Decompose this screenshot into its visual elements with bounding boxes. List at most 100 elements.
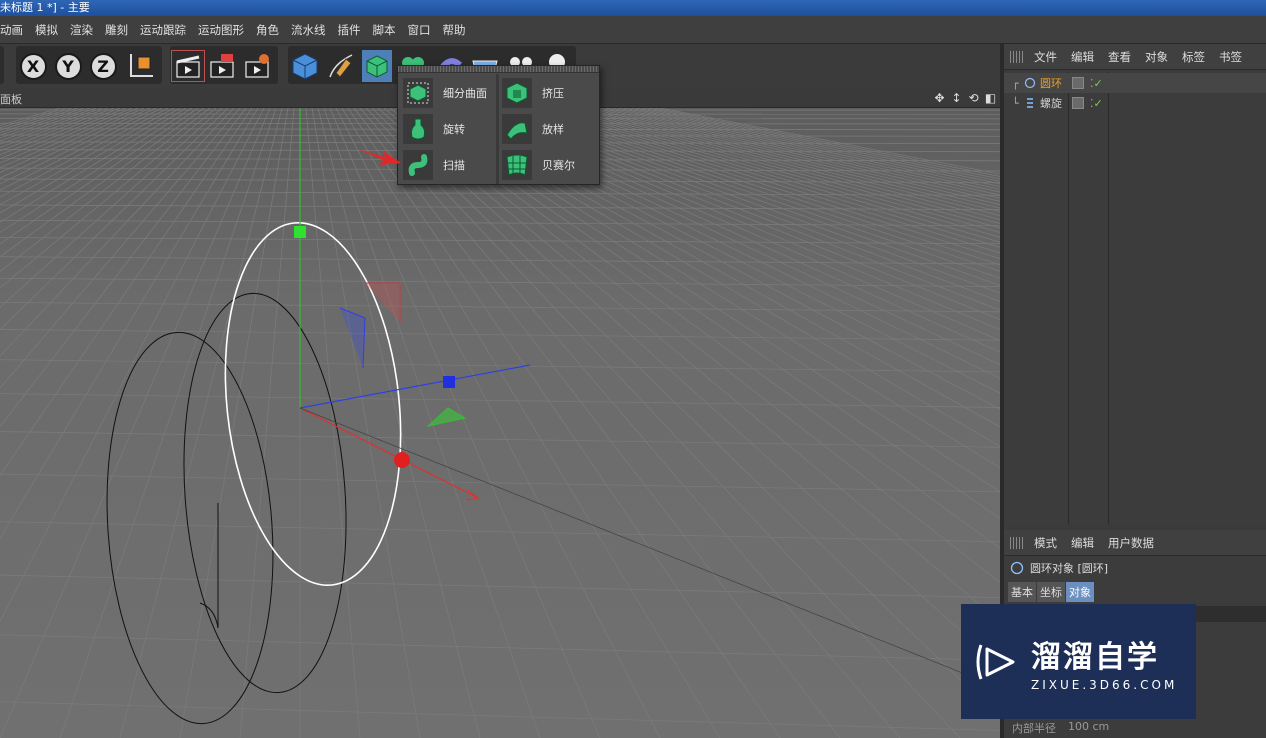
object-row-circle[interactable]: ┌ 圆环 ⁚✓ [1004,73,1266,93]
menu-character[interactable]: 角色 [250,22,285,38]
grid-line [0,256,1000,265]
om-menu-file[interactable]: 文件 [1034,49,1057,65]
menu-render[interactable]: 渲染 [64,22,99,38]
yz-plane-handle[interactable] [339,307,366,369]
tab-basic[interactable]: 基本 [1008,582,1036,602]
subdivision-surface-icon [366,55,388,78]
menu-item-loft[interactable]: 放样 [502,112,564,146]
menu-mograph[interactable]: 运动图形 [192,22,250,38]
popup-grip[interactable] [398,66,599,73]
coordinate-system-button[interactable] [126,50,156,82]
circle-spline-icon [1010,561,1024,575]
axis-lock-group: X Y Z [16,46,162,84]
menu-item-label: 细分曲面 [443,87,487,100]
maximize-view-icon[interactable]: ◧ [983,90,998,105]
grid-line [0,108,109,148]
menu-item-extrude[interactable]: 挤压 [502,76,564,110]
window-title: 未标题 1 *] - 主要 [0,1,90,14]
menu-item-subdivision-surface[interactable]: 细分曲面 [403,76,487,110]
render-picture-viewer-button[interactable] [207,50,237,82]
am-menu-user-data[interactable]: 用户数据 [1108,535,1154,551]
horizon-ref-line [299,407,1000,689]
clapper-icon [176,55,200,78]
menu-help[interactable]: 帮助 [437,22,472,38]
grid-line [0,108,265,623]
grid-line [0,108,157,185]
tab-coord[interactable]: 坐标 [1037,582,1065,602]
x-axis-lock-button[interactable]: X [18,50,48,82]
om-menu-view[interactable]: 查看 [1108,49,1131,65]
panel-grip-icon[interactable] [1010,536,1024,549]
tab-object[interactable]: 对象 [1066,582,1094,602]
grid-line [593,108,1000,206]
move-view-icon[interactable]: ✥ [932,90,947,105]
generators-button[interactable] [362,50,392,82]
menu-item-sweep[interactable]: 扫描 [403,148,465,182]
grid-line [0,108,103,145]
grid-line [0,204,1000,211]
visibility-toggle[interactable] [1072,97,1084,109]
object-row-helix[interactable]: └ 螺旋 ⁚✓ [1004,93,1266,113]
menu-animation[interactable]: 动画 [0,22,29,38]
grid-line [629,108,1000,187]
x-axis-line [299,407,479,499]
zoom-view-icon[interactable]: ↕ [949,90,964,105]
y-axis-handle[interactable] [294,226,306,238]
grid-line [479,108,1000,311]
grid-line [599,108,1000,202]
om-menu-objects[interactable]: 对象 [1145,49,1168,65]
viewport-panel-label[interactable]: 面板 [0,91,22,107]
grid-line [413,108,1000,469]
menu-pipeline[interactable]: 流水线 [285,22,332,38]
visibility-toggle[interactable] [1072,77,1084,89]
menu-simulate[interactable]: 模拟 [29,22,64,38]
om-menu-tags[interactable]: 标签 [1182,49,1205,65]
z-axis-lock-button[interactable]: Z [88,50,118,82]
menu-window[interactable]: 窗口 [402,22,437,38]
render-settings-button[interactable] [242,50,272,82]
panel-grip-icon[interactable] [1010,50,1024,63]
field-label: 内部半径 [1012,722,1056,735]
cube-button[interactable] [290,50,320,82]
grid-line [0,574,1000,599]
grid-line [329,108,601,738]
circle-spline-icon [1024,77,1036,89]
am-menu-edit[interactable]: 编辑 [1071,535,1094,551]
enabled-check-icon[interactable]: ⁚✓ [1090,77,1103,90]
helix-coil-1 [106,331,274,725]
menu-item-label: 贝赛尔 [542,159,575,172]
clapper-gear-icon [245,54,269,78]
floor-grid [0,108,1000,738]
viewport-nav-controls: ✥ ↕ ⟲ ◧ [932,90,998,105]
helix-end [199,503,219,629]
menu-motion-tracking[interactable]: 运动跟踪 [134,22,192,38]
rotate-view-icon[interactable]: ⟲ [966,90,981,105]
grid-line [0,108,223,308]
x-axis-handle[interactable] [394,452,410,468]
menu-script[interactable]: 脚本 [367,22,402,38]
pen-button[interactable] [326,50,356,82]
field-value[interactable]: 100 cm [1068,720,1109,736]
y-axis-label: Y [54,52,82,80]
grid-line [59,108,277,738]
om-menu-bookmarks[interactable]: 书签 [1219,49,1242,65]
grid-line [0,108,181,214]
toolbar-edge [0,46,4,84]
menu-item-bezier[interactable]: 贝赛尔 [502,148,575,182]
object-name: 螺旋 [1040,97,1062,110]
render-view-button[interactable] [171,50,205,82]
menu-plugins[interactable]: 插件 [332,22,367,38]
grid-line [605,108,1000,199]
am-menu-mode[interactable]: 模式 [1034,535,1057,551]
menu-sculpt[interactable]: 雕刻 [99,22,134,38]
om-menu-edit[interactable]: 编辑 [1071,49,1094,65]
grid-line [0,108,163,191]
grid-line [455,108,1000,353]
grid-line [0,108,169,198]
object-manager-menubar: 文件 编辑 查看 对象 标签 书签 [1004,44,1266,70]
menu-item-lathe[interactable]: 旋转 [403,112,465,146]
viewport-3d[interactable] [0,108,1000,738]
z-axis-handle[interactable] [443,376,455,388]
enabled-check-icon[interactable]: ⁚✓ [1090,97,1103,110]
y-axis-lock-button[interactable]: Y [53,50,83,82]
